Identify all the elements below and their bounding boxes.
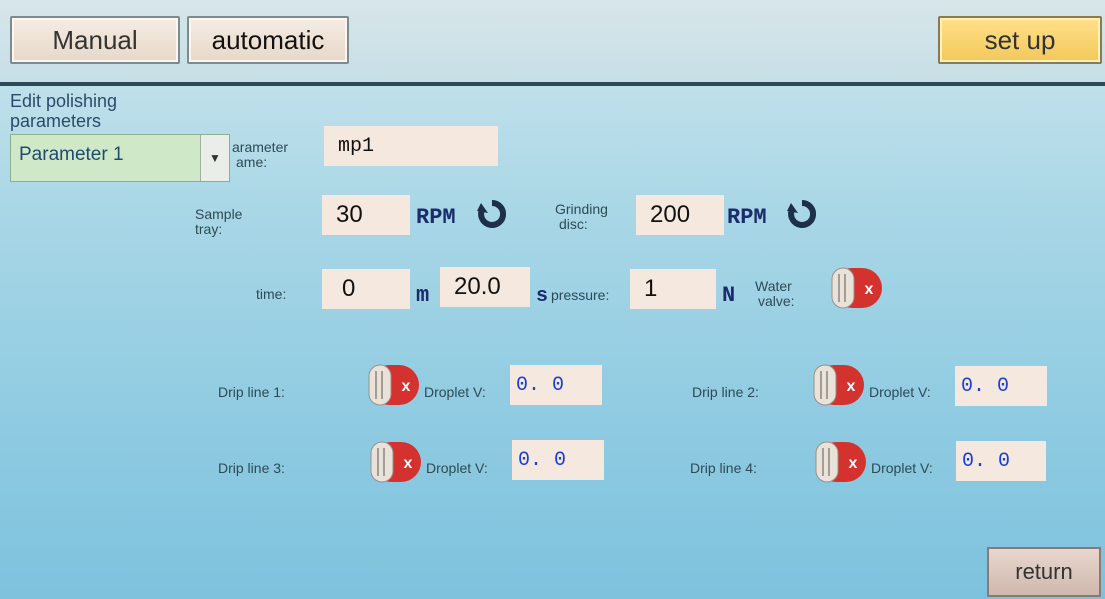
manual-tab-button[interactable]: Manual <box>10 16 180 64</box>
automatic-tab-button[interactable]: automatic <box>187 16 349 64</box>
grinding-disc-label-line2: disc: <box>559 216 588 232</box>
drip-line-1-droplet-value: 0. 0 <box>516 373 565 397</box>
water-valve-label: Water valve: <box>755 279 795 309</box>
parameter-select-value: Parameter 1 <box>19 144 124 165</box>
grinding-disc-value: 200 <box>650 201 691 228</box>
svg-text:x: x <box>849 455 858 472</box>
drip-line-1-toggle[interactable]: x <box>365 363 421 407</box>
parameter-name-label-line2: ame: <box>236 154 268 170</box>
time-minutes-unit: m <box>416 283 430 308</box>
grinding-disc-unit: RPM <box>727 205 767 230</box>
drip-line-2-droplet-label: Droplet V: <box>869 384 931 400</box>
rotate-icon[interactable] <box>475 197 509 231</box>
drip-line-3-droplet-value: 0. 0 <box>518 448 567 472</box>
time-minutes-value: 0 <box>342 275 356 302</box>
sample-tray-label: Sample tray: <box>195 207 242 237</box>
water-valve-label-line2: valve: <box>758 293 795 309</box>
drip-line-3-label: Drip line 3: <box>218 460 285 476</box>
drip-line-4-droplet-label: Droplet V: <box>871 460 933 476</box>
svg-text:x: x <box>404 455 413 472</box>
grinding-disc-field[interactable]: 200 <box>636 195 724 235</box>
time-seconds-value: 20.0 <box>454 273 501 300</box>
parameter-name-value: mp1 <box>338 134 375 158</box>
grinding-disc-label: Grinding disc: <box>555 202 608 232</box>
drip-line-2-droplet-value: 0. 0 <box>961 374 1010 398</box>
time-seconds-field[interactable]: 20.0 <box>440 267 530 307</box>
section-title: Edit polishing parameters <box>10 91 190 131</box>
time-minutes-field[interactable]: 0 <box>322 269 410 309</box>
drip-line-3-droplet-label: Droplet V: <box>426 460 488 476</box>
drip-line-1-label: Drip line 1: <box>218 384 285 400</box>
time-seconds-unit: s <box>536 285 549 308</box>
drip-line-3-toggle[interactable]: x <box>367 440 423 484</box>
pressure-value: 1 <box>644 275 658 302</box>
sample-tray-label-line2: tray: <box>195 221 223 237</box>
return-button[interactable]: return <box>987 547 1101 597</box>
setup-tab-button[interactable]: set up <box>938 16 1102 64</box>
drip-line-2-label: Drip line 2: <box>692 384 759 400</box>
grinding-disc-label-line1: Grinding <box>555 201 608 217</box>
drip-line-3-droplet-field[interactable]: 0. 0 <box>512 440 604 480</box>
sample-tray-unit: RPM <box>416 205 456 230</box>
section-title-line2: parameters <box>10 111 102 131</box>
pressure-label: pressure: <box>551 287 610 303</box>
rotate-icon[interactable] <box>785 197 819 231</box>
sample-tray-field[interactable]: 30 <box>322 195 410 235</box>
pressure-field[interactable]: 1 <box>630 269 716 309</box>
drip-line-4-droplet-value: 0. 0 <box>962 449 1011 473</box>
drip-line-4-droplet-field[interactable]: 0. 0 <box>956 441 1046 481</box>
water-valve-toggle[interactable]: x <box>828 266 884 310</box>
svg-text:x: x <box>402 378 411 395</box>
svg-text:x: x <box>847 378 856 395</box>
parameter-select[interactable]: Parameter 1 ▼ <box>10 134 230 182</box>
drip-line-2-droplet-field[interactable]: 0. 0 <box>955 366 1047 406</box>
section-title-line1: Edit polishing <box>10 91 118 111</box>
water-valve-label-line1: Water <box>755 278 792 294</box>
time-label: time: <box>256 286 287 302</box>
svg-text:x: x <box>865 281 874 298</box>
drip-line-2-toggle[interactable]: x <box>810 363 866 407</box>
parameter-name-label: arameter ame: <box>232 140 288 170</box>
parameter-name-field[interactable]: mp1 <box>324 126 498 166</box>
sample-tray-value: 30 <box>336 201 363 228</box>
drip-line-4-toggle[interactable]: x <box>812 440 868 484</box>
drip-line-1-droplet-field[interactable]: 0. 0 <box>510 365 602 405</box>
chevron-down-icon[interactable]: ▼ <box>200 135 229 181</box>
parameter-name-label-line1: arameter <box>232 139 289 155</box>
pressure-unit: N <box>722 283 736 308</box>
drip-line-1-droplet-label: Droplet V: <box>424 384 486 400</box>
sample-tray-label-line1: Sample <box>195 206 243 222</box>
drip-line-4-label: Drip line 4: <box>690 460 757 476</box>
